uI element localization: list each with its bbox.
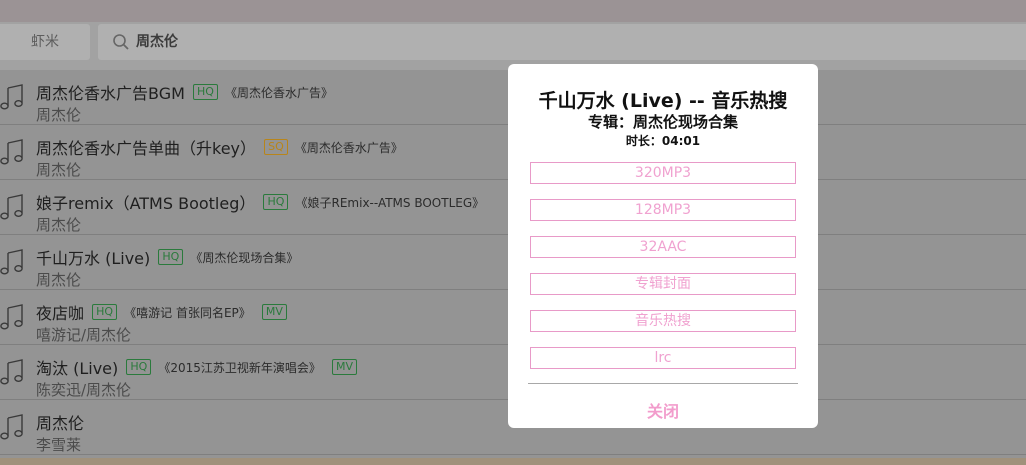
song-artist: 陈奕迅/周杰伦 (36, 381, 132, 399)
album-name: 《周杰伦香水广告》 (294, 140, 403, 155)
option-music-hot-search-button[interactable]: 音乐热搜 (530, 310, 796, 332)
quality-badge: SQ (264, 139, 288, 155)
music-note-icon (0, 249, 23, 275)
search-icon (113, 34, 129, 50)
mv-badge[interactable]: MV (261, 304, 287, 320)
song-title: 周杰伦香水广告单曲（升key） (36, 139, 257, 158)
modal-title: 千山万水 (Live) -- 音乐热搜 (538, 90, 788, 112)
song-artist: 周杰伦 (36, 161, 82, 179)
modal-album: 专辑：周杰伦现场合集 (587, 113, 738, 131)
song-title-line: 周杰伦香水广告单曲（升key） SQ 《周杰伦香水广告》 (36, 135, 403, 158)
quality-badge: HQ (158, 249, 184, 265)
modal-divider (528, 383, 798, 384)
top-strip (0, 0, 1026, 22)
option-album-cover-button[interactable]: 专辑封面 (530, 273, 796, 295)
download-options-modal: 千山万水 (Live) -- 音乐热搜 专辑：周杰伦现场合集 时长：04:01 … (508, 64, 818, 428)
album-name: 《娘子REmix--ATMS BOOTLEG》 (295, 195, 485, 210)
music-note-icon (0, 84, 23, 110)
song-title: 周杰伦 (36, 414, 85, 433)
song-title-line: 周杰伦 (36, 410, 85, 433)
modal-duration: 时长：04:01 (625, 134, 701, 148)
song-title: 夜店咖 (36, 304, 85, 323)
song-title-line: 淘汰 (Live) HQ 《2015江苏卫视新年演唱会》 MV (36, 355, 358, 378)
song-title: 周杰伦香水广告BGM (36, 84, 185, 103)
song-artist: 周杰伦 (36, 271, 82, 289)
bottom-image-strip (0, 458, 1026, 465)
song-artist: 嘻游记/周杰伦 (36, 326, 132, 344)
mv-badge[interactable]: MV (332, 359, 358, 375)
search-query-text: 周杰伦 (136, 34, 178, 50)
album-name: 《周杰伦现场合集》 (190, 250, 299, 265)
option-lrc-button[interactable]: lrc (530, 347, 796, 369)
quality-badge: HQ (193, 84, 218, 100)
music-note-icon (0, 414, 23, 440)
close-button[interactable]: 关闭 (508, 398, 818, 422)
music-note-icon (0, 194, 23, 220)
option-320mp3-button[interactable]: 320MP3 (530, 162, 796, 184)
song-title-line: 娘子remix（ATMS Bootleg） HQ 《娘子REmix--ATMS … (36, 190, 485, 213)
search-bar: 虾米 周杰伦 (0, 22, 1026, 70)
song-artist: 周杰伦 (36, 106, 82, 124)
song-title-line: 千山万水 (Live) HQ 《周杰伦现场合集》 (36, 245, 299, 268)
album-name: 《周杰伦香水广告》 (225, 85, 334, 100)
album-name: 《2015江苏卫视新年演唱会》 (158, 360, 321, 375)
option-128mp3-button[interactable]: 128MP3 (530, 199, 796, 221)
music-note-icon (0, 359, 23, 385)
song-title-line: 夜店咖 HQ 《嘻游记 首张同名EP》 MV (36, 300, 287, 323)
quality-badge: HQ (92, 304, 118, 320)
music-note-icon (0, 139, 23, 165)
song-title: 淘汰 (Live) (36, 359, 119, 378)
album-name: 《嘻游记 首张同名EP》 (124, 305, 251, 320)
quality-badge: HQ (263, 194, 289, 210)
song-title: 千山万水 (Live) (36, 249, 151, 268)
song-artist: 李雪莱 (36, 436, 82, 454)
search-input[interactable]: 周杰伦 (98, 24, 1026, 60)
song-title-line: 周杰伦香水广告BGM HQ 《周杰伦香水广告》 (36, 80, 334, 103)
song-title: 娘子remix（ATMS Bootleg） (36, 194, 256, 213)
source-tab-xiami[interactable]: 虾米 (0, 24, 90, 60)
music-note-icon (0, 304, 23, 330)
song-artist: 周杰伦 (36, 216, 82, 234)
option-32aac-button[interactable]: 32AAC (530, 236, 796, 258)
quality-badge: HQ (126, 359, 152, 375)
